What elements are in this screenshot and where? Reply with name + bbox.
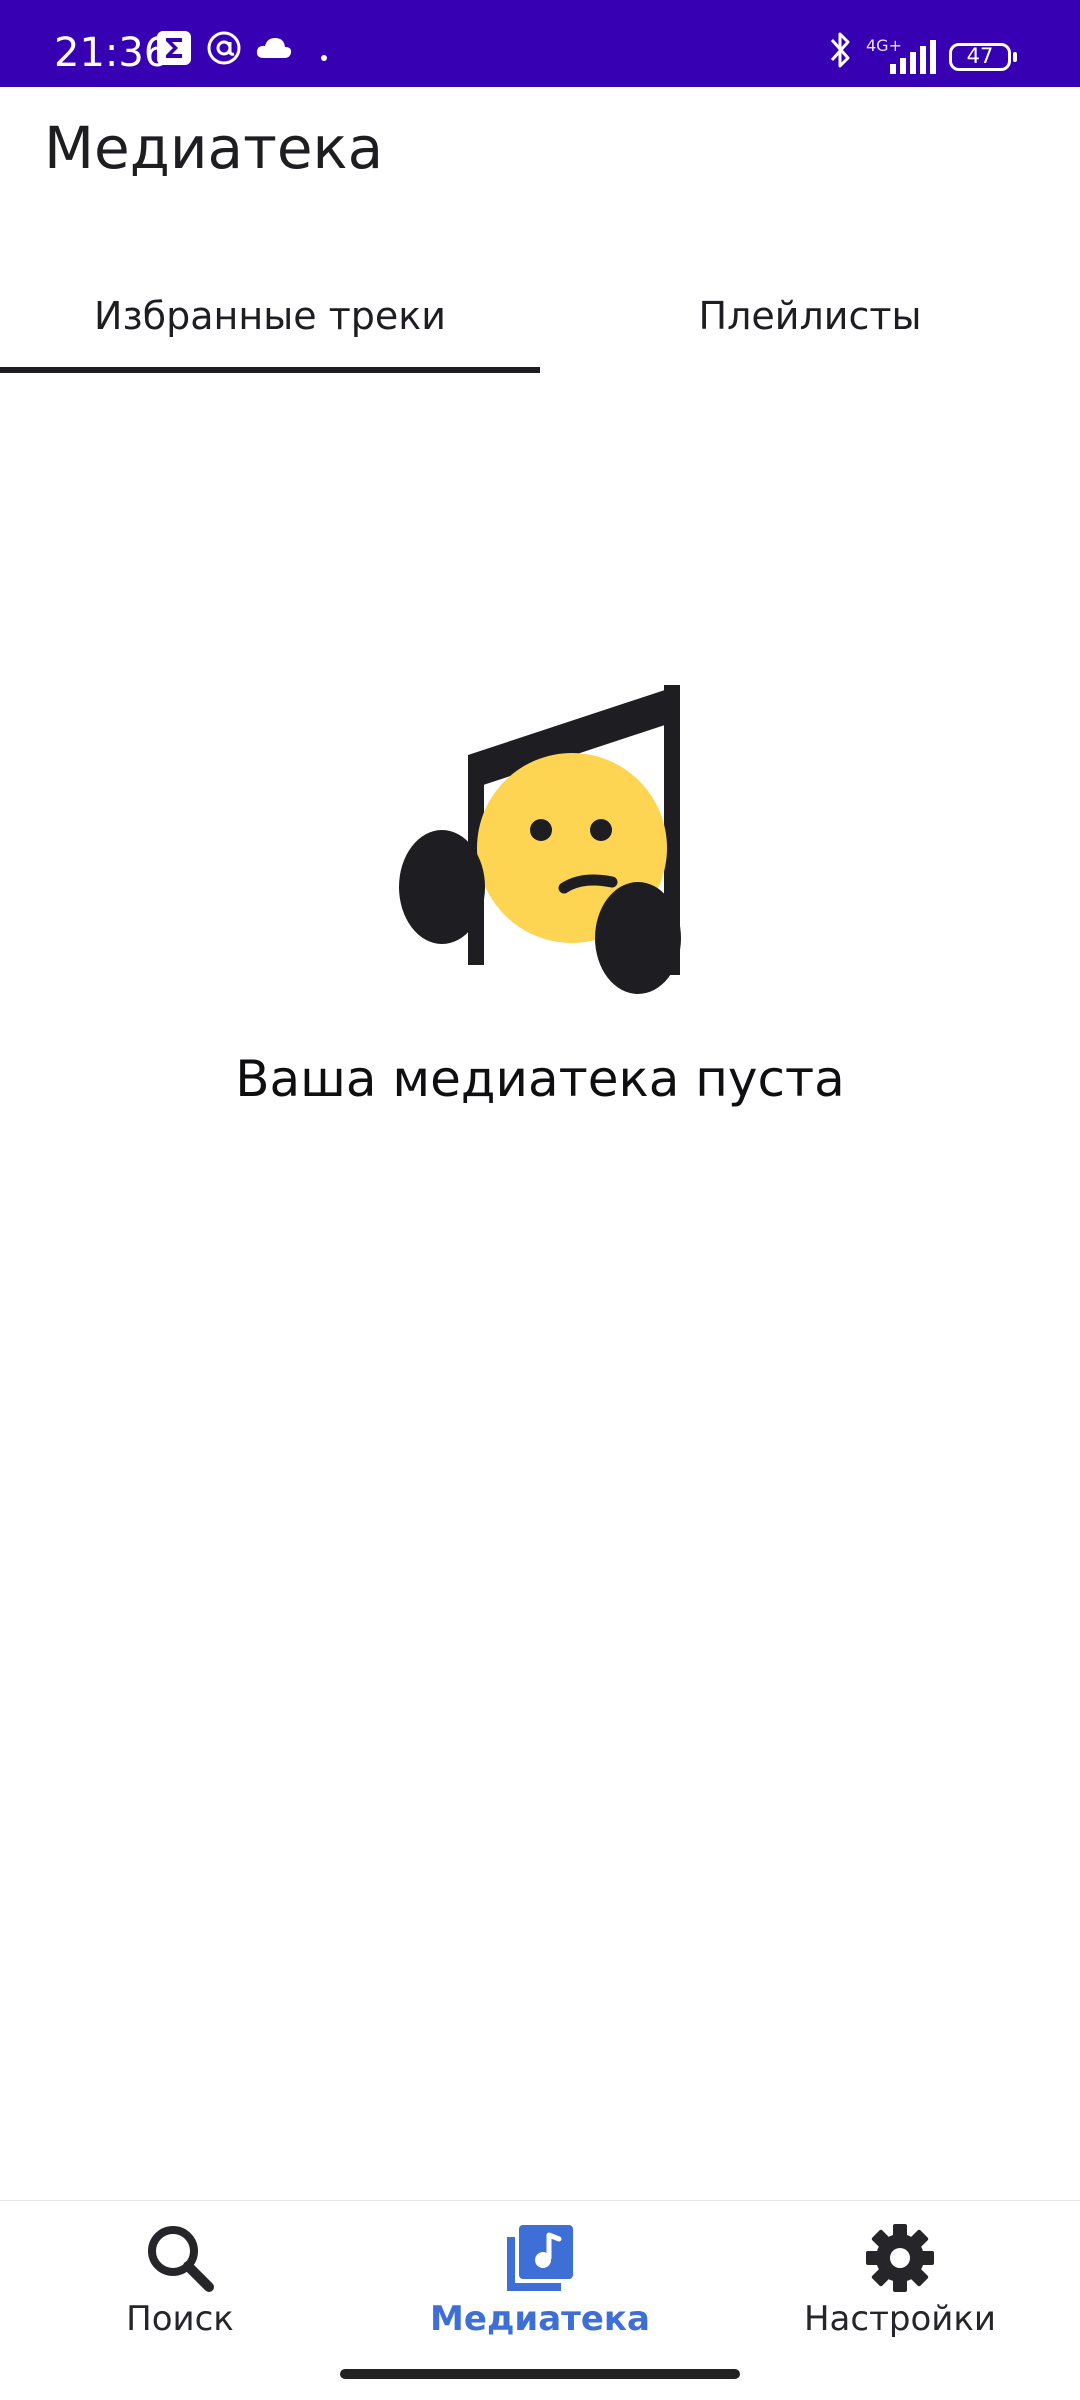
screen: 21:36 4G+ 47 Медиатека Избранные треки П… — [0, 0, 1080, 2400]
nav-library[interactable]: Медиатека — [410, 2221, 670, 2351]
dot-icon — [320, 54, 328, 62]
search-icon — [143, 2221, 217, 2295]
page-title: Медиатека — [44, 114, 384, 182]
nav-settings-label: Настройки — [803, 2299, 996, 2339]
library-tabs: Избранные треки Плейлисты — [0, 258, 1080, 373]
sigma-app-icon — [156, 30, 192, 66]
library-music-icon — [503, 2221, 577, 2295]
tab-playlists[interactable]: Плейлисты — [540, 258, 1080, 373]
nav-settings[interactable]: Настройки — [770, 2221, 1030, 2351]
nav-search[interactable]: Поиск — [50, 2221, 310, 2351]
status-bar: 21:36 4G+ 47 — [0, 0, 1080, 87]
battery-icon: 47 — [949, 43, 1017, 71]
at-sign-icon — [206, 30, 242, 66]
empty-library-message: Ваша медиатека пуста — [235, 1050, 845, 1108]
active-tab-indicator — [0, 367, 540, 373]
nav-library-label: Медиатека — [430, 2299, 650, 2339]
bluetooth-icon — [826, 30, 854, 70]
gear-icon — [863, 2221, 937, 2295]
home-indicator[interactable] — [340, 2369, 740, 2379]
battery-level: 47 — [966, 44, 994, 68]
status-time: 21:36 — [54, 30, 170, 76]
sad-music-note-icon — [396, 680, 686, 1000]
signal-icon — [888, 40, 936, 74]
nav-search-label: Поиск — [126, 2299, 234, 2339]
cloud-icon — [256, 36, 292, 60]
tab-favorite-tracks[interactable]: Избранные треки — [0, 258, 540, 373]
